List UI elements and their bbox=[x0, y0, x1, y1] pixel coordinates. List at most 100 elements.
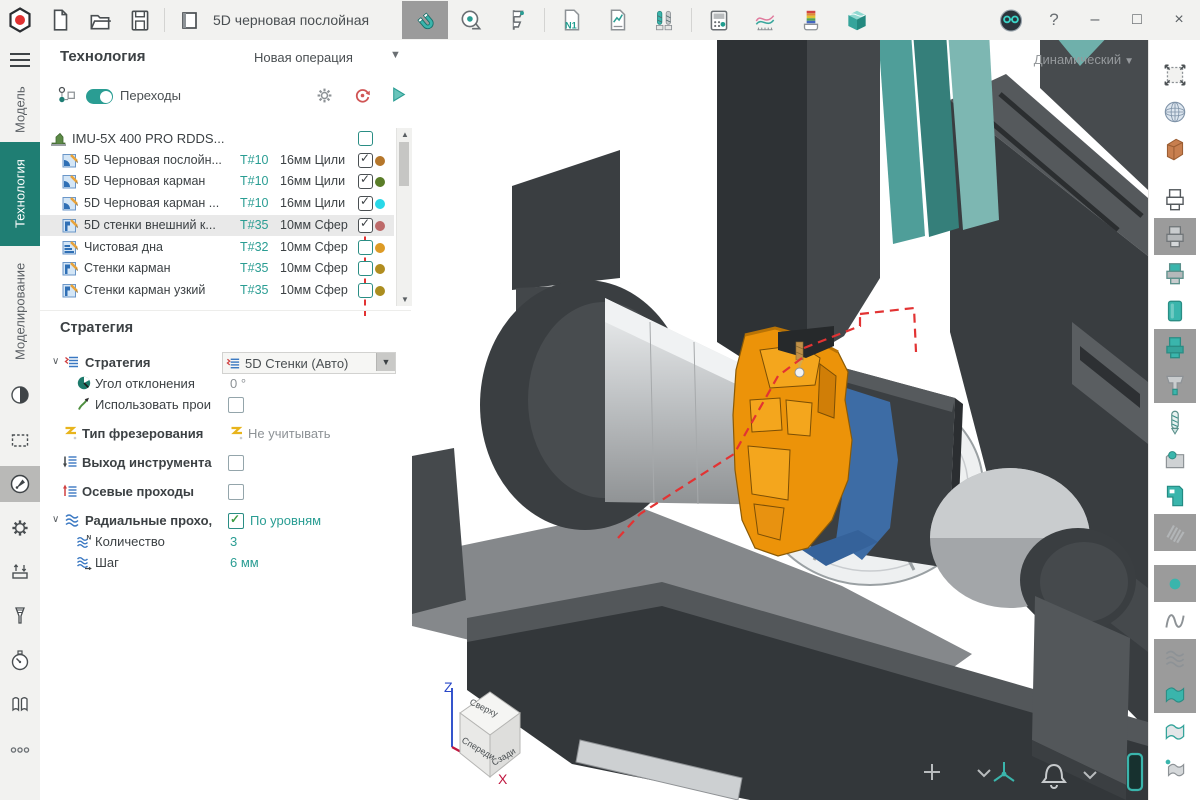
tab-technology[interactable]: Технология bbox=[0, 142, 40, 246]
machine-table-icon[interactable] bbox=[8, 560, 32, 584]
document-window-icon[interactable] bbox=[169, 1, 209, 39]
workbook-icon[interactable] bbox=[8, 692, 32, 716]
selection-box-icon[interactable] bbox=[8, 428, 32, 452]
minimize-button[interactable]: – bbox=[1074, 1, 1116, 39]
stock-stage-2-button[interactable] bbox=[1154, 218, 1196, 255]
visibility-checkbox[interactable] bbox=[358, 196, 373, 211]
close-button[interactable]: × bbox=[1158, 1, 1200, 39]
param-checkbox[interactable] bbox=[228, 397, 244, 413]
flag-teal-button[interactable] bbox=[1154, 676, 1196, 713]
transitions-toggle[interactable] bbox=[86, 89, 113, 104]
tree-scrollbar[interactable]: ▲ ▼ bbox=[396, 128, 412, 306]
view-mode-dropdown[interactable]: Динамический▼ bbox=[1034, 52, 1134, 67]
transitions-icon[interactable] bbox=[58, 86, 76, 104]
point-button[interactable] bbox=[1154, 565, 1196, 602]
param-row-radial-passes[interactable]: ∨ Радиальные прохо, По уровням bbox=[40, 510, 412, 531]
operation-settings-gear-icon[interactable] bbox=[316, 87, 333, 104]
chevron-expanded-icon[interactable]: ∨ bbox=[52, 356, 59, 367]
param-row-strategy[interactable]: ∨ Стратегия 5D Стенки (Авто) ▼ bbox=[40, 352, 412, 373]
stock-stage-1-button[interactable] bbox=[1154, 181, 1196, 218]
new-operation-dropdown[interactable]: Новая операция bbox=[254, 50, 353, 65]
workpiece-half-icon[interactable] bbox=[8, 383, 32, 407]
save-file-icon[interactable] bbox=[120, 1, 160, 39]
more-dots-icon[interactable] bbox=[8, 738, 32, 762]
dropdown-button[interactable]: ▼ bbox=[376, 353, 395, 371]
stock-stage-4-button[interactable] bbox=[1154, 292, 1196, 329]
tree-row-operation[interactable]: Чистовая дна T#32 10мм Сфер bbox=[40, 237, 394, 259]
visibility-checkbox[interactable] bbox=[358, 283, 373, 298]
simulation-box-button[interactable] bbox=[834, 1, 880, 39]
visibility-checkbox[interactable] bbox=[358, 131, 373, 146]
machine-button[interactable] bbox=[1154, 477, 1196, 514]
maximize-button[interactable]: □ bbox=[1116, 1, 1158, 39]
tab-modeling[interactable]: Моделирование bbox=[0, 250, 40, 372]
probe-icon[interactable] bbox=[8, 472, 32, 496]
settings-gear-icon[interactable] bbox=[8, 516, 32, 540]
tree-row-operation[interactable]: 5D Черновая карман ... T#10 16мм Цили bbox=[40, 193, 394, 215]
tool-drill-button[interactable] bbox=[1154, 403, 1196, 440]
graphs-button[interactable] bbox=[742, 1, 788, 39]
hatch-disabled-button[interactable] bbox=[1154, 514, 1196, 551]
measure-tape-button[interactable] bbox=[448, 1, 494, 39]
param-row-count[interactable]: Количество 3 bbox=[40, 531, 412, 552]
param-checkbox[interactable] bbox=[228, 513, 244, 529]
app-logo-icon[interactable] bbox=[0, 1, 40, 39]
recalculate-icon[interactable] bbox=[354, 87, 371, 104]
scroll-up-icon[interactable]: ▲ bbox=[401, 130, 409, 139]
magnet-snap-button[interactable] bbox=[402, 1, 448, 39]
machine-3d-viewport[interactable]: Z X Сверху Спереди Сзади Динамический▼ bbox=[412, 40, 1148, 800]
curve-button[interactable] bbox=[1154, 602, 1196, 639]
tool-cone-icon[interactable] bbox=[8, 604, 32, 628]
gauge-icon[interactable] bbox=[8, 648, 32, 672]
visibility-checkbox[interactable] bbox=[358, 240, 373, 255]
param-row-use-custom[interactable]: Использовать прои bbox=[40, 394, 412, 415]
surface-sheet-button[interactable] bbox=[1154, 130, 1196, 167]
param-row-step[interactable]: Шаг 6 мм bbox=[40, 552, 412, 573]
visibility-checkbox[interactable] bbox=[358, 153, 373, 168]
tree-row-operation[interactable]: 5D стенки внешний к... T#35 10мм Сфер bbox=[40, 215, 394, 237]
open-file-icon[interactable] bbox=[80, 1, 120, 39]
param-row-tool-exit[interactable]: Выход инструмента bbox=[40, 452, 412, 473]
tool-set-button[interactable] bbox=[641, 1, 687, 39]
tree-row-machine[interactable]: IMU-5X 400 PRO RDDS... bbox=[40, 128, 394, 150]
param-row-axial-passes[interactable]: Осевые проходы bbox=[40, 481, 412, 502]
fixture-part-button[interactable] bbox=[1154, 440, 1196, 477]
chevron-down-icon[interactable]: ▼ bbox=[390, 49, 401, 61]
param-row-deviation-angle[interactable]: Угол отклонения 0 ° bbox=[40, 373, 412, 394]
menu-icon[interactable] bbox=[8, 50, 32, 70]
flag-gray-button[interactable] bbox=[1154, 713, 1196, 750]
scroll-down-icon[interactable]: ▼ bbox=[401, 295, 409, 304]
zoom-fit-button[interactable] bbox=[1154, 56, 1196, 93]
visibility-checkbox[interactable] bbox=[358, 218, 373, 233]
help-button[interactable]: ? bbox=[1034, 10, 1074, 30]
param-checkbox[interactable] bbox=[228, 455, 244, 471]
report-button[interactable] bbox=[595, 1, 641, 39]
tree-row-operation[interactable]: Стенки карман T#35 10мм Сфер bbox=[40, 258, 394, 280]
tool-holder-button[interactable] bbox=[1154, 366, 1196, 403]
tab-model[interactable]: Модель bbox=[0, 82, 40, 138]
caliper-button[interactable] bbox=[494, 1, 540, 39]
calculator-button[interactable] bbox=[696, 1, 742, 39]
visibility-checkbox[interactable] bbox=[358, 174, 373, 189]
layer-stack-button[interactable] bbox=[788, 1, 834, 39]
stock-stage-5-button[interactable] bbox=[1154, 329, 1196, 366]
strategy-dropdown[interactable]: 5D Стенки (Авто) ▼ bbox=[222, 352, 396, 374]
flag-point-button[interactable] bbox=[1154, 750, 1196, 787]
param-checkbox[interactable] bbox=[228, 484, 244, 500]
new-file-icon[interactable] bbox=[40, 1, 80, 39]
waves-button[interactable] bbox=[1154, 639, 1196, 676]
tree-row-operation[interactable]: Стенки карман узкий T#35 10мм Сфер bbox=[40, 280, 394, 302]
stock-stage-3-button[interactable] bbox=[1154, 255, 1196, 292]
tree-row-operation[interactable]: 5D Черновая послойн... T#10 16мм Цили bbox=[40, 150, 394, 172]
assistant-icon[interactable] bbox=[988, 1, 1034, 39]
tree-row-operation[interactable]: 5D Черновая карман T#10 16мм Цили bbox=[40, 171, 394, 193]
param-row-milling-type[interactable]: Тип фрезерования Не учитывать bbox=[40, 423, 412, 444]
globe-shading-button[interactable] bbox=[1154, 93, 1196, 130]
machine-3d-scene[interactable]: Z X Сверху Спереди Сзади bbox=[412, 40, 1148, 800]
visibility-checkbox[interactable] bbox=[358, 261, 373, 276]
nc-program-button[interactable] bbox=[549, 1, 595, 39]
chevron-expanded-icon[interactable]: ∨ bbox=[52, 514, 59, 525]
play-simulation-icon[interactable] bbox=[390, 86, 407, 103]
document-title[interactable]: 5D черновая послойная bbox=[213, 12, 388, 28]
scrollbar-thumb[interactable] bbox=[399, 142, 409, 186]
